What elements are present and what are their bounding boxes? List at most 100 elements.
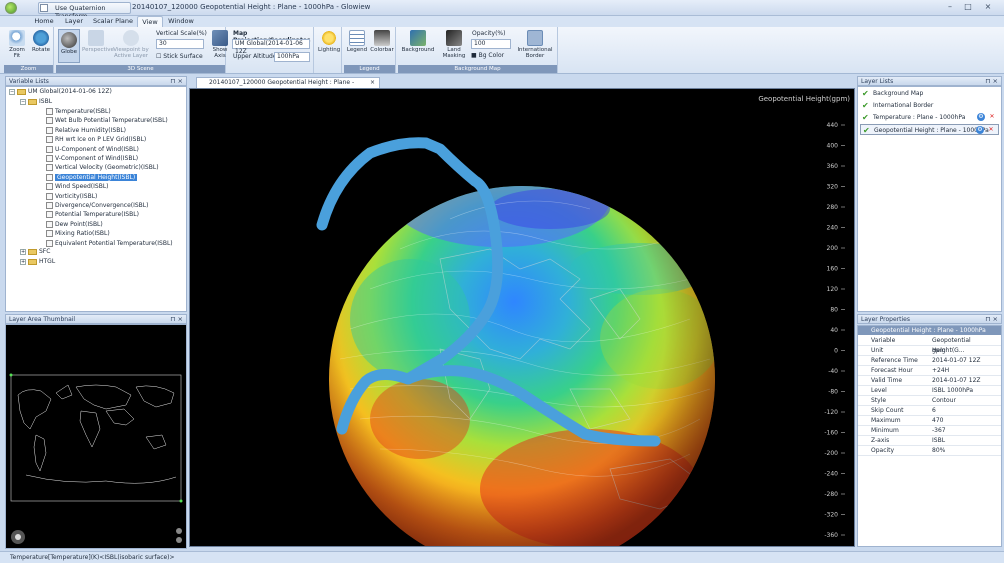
- tab-view[interactable]: View: [137, 16, 163, 27]
- property-row[interactable]: Z-axis ISBL: [858, 436, 1001, 446]
- tree-group-htgl[interactable]: + HTGL: [20, 257, 55, 267]
- stick-surface-label: Stick Surface: [163, 53, 203, 60]
- globe-scene[interactable]: Geopotential Height(gpm) 440400360320280…: [190, 89, 854, 563]
- property-value: 80%: [932, 447, 946, 454]
- property-row[interactable]: Valid Time 2014-01-07 12Z: [858, 376, 1001, 386]
- opacity-input[interactable]: 100: [471, 39, 511, 49]
- pin-icon[interactable]: ⊓ ×: [985, 315, 998, 324]
- pin-icon[interactable]: ⊓ ×: [985, 77, 998, 86]
- property-key: Reference Time: [871, 357, 918, 364]
- tree-group-sfc[interactable]: + SFC: [20, 247, 50, 257]
- property-row[interactable]: Forecast Hour +24H: [858, 366, 1001, 376]
- ribbon-tabs: Home Layer Scalar Plane View Window: [0, 16, 1004, 27]
- property-key: Forecast Hour: [871, 367, 913, 374]
- layer-settings-icon[interactable]: ⚙: [977, 113, 985, 121]
- stick-surface-checkbox[interactable]: ☐ Stick Surface: [156, 53, 203, 60]
- show-axis-button[interactable]: Show Axis: [210, 30, 230, 59]
- property-row[interactable]: Reference Time 2014-01-07 12Z: [858, 356, 1001, 366]
- viewpoint-icon: [123, 30, 139, 46]
- property-row[interactable]: Maximum 470: [858, 416, 1001, 426]
- variable-icon: [46, 173, 53, 181]
- properties-category: Geopotential Height : Plane - 1000hPa: [858, 326, 1001, 335]
- app-logo-icon[interactable]: [5, 2, 17, 14]
- maximize-icon[interactable]: □: [962, 2, 974, 13]
- property-value: +24H: [932, 367, 950, 374]
- variable-item[interactable]: Equivalent Potential Temperature(ISBL): [46, 239, 173, 249]
- bgmap-group: Background Land Masking Opacity(%) 100 ■…: [398, 27, 558, 73]
- property-row[interactable]: Minimum -367: [858, 426, 1001, 436]
- layer-item-selected[interactable]: ✔ Geopotential Height : Plane - 1000hPa ⚙ ✕: [860, 124, 999, 135]
- layer-checkbox[interactable]: ✔: [862, 90, 870, 98]
- layer-checkbox[interactable]: ✔: [862, 102, 870, 110]
- minimize-icon[interactable]: –: [944, 2, 956, 13]
- upper-altitude-select[interactable]: 100hPa: [274, 52, 310, 62]
- zoom-in-icon[interactable]: [176, 528, 182, 534]
- variable-label: Mixing Ratio(ISBL): [55, 230, 110, 238]
- property-key: Variable: [871, 337, 896, 344]
- layer-area-thumbnail[interactable]: [5, 324, 187, 549]
- bg-color-button[interactable]: ■ Bg Color: [471, 52, 504, 59]
- property-row[interactable]: Variable Geopotential Height(G...: [858, 336, 1001, 354]
- status-text: Temperature[Temperature](K)<ISBL(isobari…: [10, 554, 175, 561]
- vertical-scale-input[interactable]: 30: [156, 39, 204, 49]
- layer-settings-icon[interactable]: ⚙: [976, 126, 984, 134]
- property-row[interactable]: Style Contour: [858, 396, 1001, 406]
- perspective-button[interactable]: Perspective: [82, 30, 114, 53]
- background-button[interactable]: Background: [400, 30, 436, 53]
- folder-icon: [28, 248, 37, 255]
- globe-button[interactable]: Globe: [58, 29, 80, 63]
- tree-root[interactable]: − UM Global(2014-01-06 12Z): [9, 87, 112, 97]
- layer-checkbox[interactable]: ✔: [863, 127, 871, 135]
- lighting-button[interactable]: Lighting: [318, 30, 340, 53]
- layer-checkbox[interactable]: ✔: [862, 114, 870, 122]
- land-masking-button[interactable]: Land Masking: [438, 30, 470, 59]
- zoom-out-icon[interactable]: [176, 537, 182, 543]
- layer-remove-icon[interactable]: ✕: [988, 113, 996, 121]
- tree-group-label: SFC: [39, 248, 51, 255]
- pin-icon[interactable]: ⊓ ×: [170, 315, 183, 324]
- tab-home[interactable]: Home: [32, 16, 56, 27]
- globe: [329, 186, 715, 563]
- property-row[interactable]: Level ISBL 1000hPa: [858, 386, 1001, 396]
- opacity-label: Opacity(%): [472, 30, 506, 37]
- layer-lists-header: Layer Lists ⊓ ×: [857, 76, 1002, 86]
- quaternion-toggle[interactable]: Use Quaternion Transform: [38, 2, 131, 20]
- property-row[interactable]: Skip Count 6: [858, 406, 1001, 416]
- variable-label: Relative Humidity(ISBL): [55, 126, 127, 134]
- scene-group: Globe Perspective Viewpoint by Active La…: [56, 27, 226, 73]
- close-icon[interactable]: ×: [982, 2, 994, 13]
- map-projection-select[interactable]: UM Global(2014-01-06 12Z: [232, 39, 310, 55]
- vertical-scale-label: Vertical Scale(%): [156, 30, 207, 37]
- variable-label: U-Component of Wind(ISBL): [55, 145, 139, 153]
- quaternion-checkbox[interactable]: [40, 4, 48, 12]
- international-border-button[interactable]: International Border: [516, 30, 554, 59]
- title-bar: Use Quaternion Transform 20140107_120000…: [0, 0, 1004, 20]
- tab-layer[interactable]: Layer: [62, 16, 86, 27]
- property-row[interactable]: Unit gpm: [858, 346, 1001, 356]
- variable-icon: [46, 164, 53, 172]
- folder-icon: [28, 98, 37, 105]
- property-value: 2014-01-07 12Z: [932, 357, 981, 364]
- folder-icon: [17, 88, 26, 95]
- pin-icon[interactable]: ⊓ ×: [170, 77, 183, 86]
- property-row[interactable]: Opacity 80%: [858, 446, 1001, 456]
- zoom-fit-button[interactable]: Zoom Fit: [6, 30, 28, 59]
- tree-group-isbl[interactable]: − ISBL: [20, 97, 52, 107]
- globe-viewport[interactable]: Geopotential Height(gpm) 440 400 360 320 280…: [189, 88, 855, 563]
- tab-window[interactable]: Window: [166, 16, 196, 27]
- layer-item[interactable]: ✔ Background Map: [860, 88, 999, 99]
- colorbar-button[interactable]: Colorbar: [370, 30, 394, 53]
- layer-label: Temperature : Plane - 1000hPa: [873, 114, 966, 121]
- legend-button[interactable]: Legend: [346, 30, 368, 53]
- tab-scalar-plane[interactable]: Scalar Plane: [92, 16, 134, 27]
- property-key: Valid Time: [871, 377, 903, 384]
- variable-icon: [46, 239, 53, 247]
- layer-item[interactable]: ✔ International Border: [860, 100, 999, 111]
- layer-remove-icon[interactable]: ✕: [987, 126, 995, 134]
- variable-icon: [46, 126, 53, 134]
- layer-item[interactable]: ✔ Temperature : Plane - 1000hPa ⚙ ✕: [860, 112, 999, 123]
- close-tab-icon[interactable]: ×: [370, 78, 375, 88]
- viewpoint-button[interactable]: Viewpoint by Active Layer: [112, 30, 150, 59]
- view-tab[interactable]: 20140107_120000 Geopotential Height : Pl…: [196, 77, 380, 96]
- rotate-button[interactable]: Rotate: [30, 30, 52, 53]
